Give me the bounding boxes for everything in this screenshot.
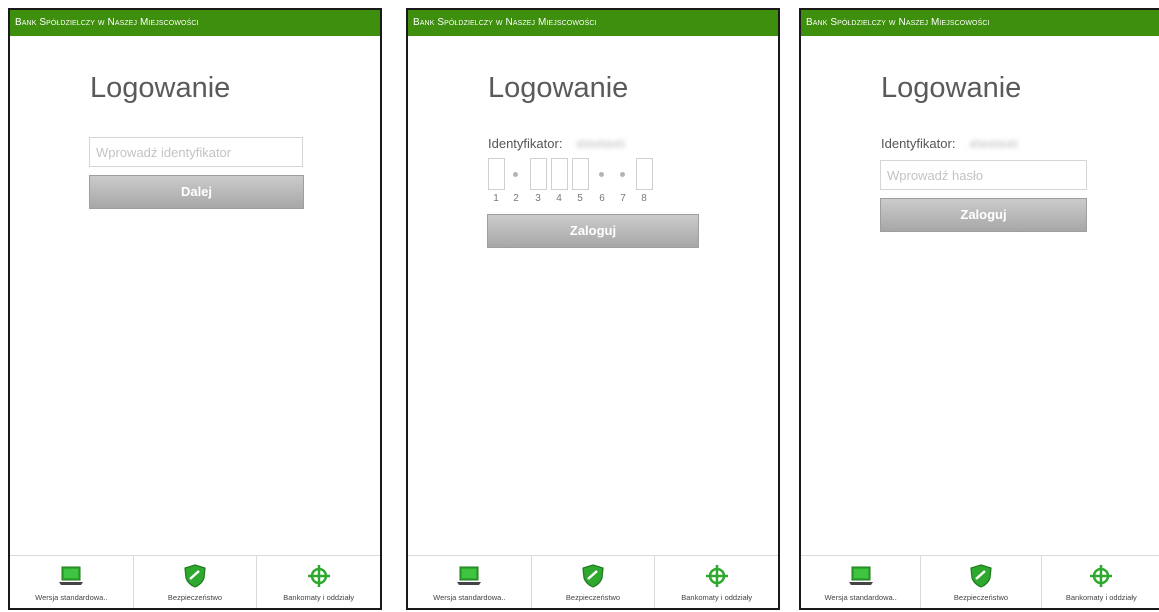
password-char-2-disabled [513, 172, 518, 177]
crosshair-icon [705, 565, 728, 587]
password-char-8[interactable] [636, 158, 653, 190]
page-title: Logowanie [90, 72, 231, 104]
footer-nav: Wersja standardowa.. Bezpieczeństwo Bank… [801, 555, 1159, 608]
login-screen-step-1: Bank Spółdzielczy w Naszej Miejscowości … [8, 8, 382, 610]
footer-security[interactable]: Bezpieczeństwo [921, 556, 1042, 608]
identifier-label: Identyfikator: [488, 136, 563, 151]
identifier-value: 45645645 [576, 139, 626, 151]
footer-nav: Wersja standardowa.. Bezpieczeństwo Bank… [408, 555, 778, 608]
pin-number: 3 [535, 193, 541, 204]
footer-label-security: Bezpieczeństwo [953, 593, 1009, 602]
pin-number: 7 [620, 193, 626, 204]
footer-label-atms: Bankomaty i oddziały [681, 593, 753, 602]
footer-atms[interactable]: Bankomaty i oddziały [655, 556, 778, 608]
footer-standard-version[interactable]: Wersja standardowa.. [10, 556, 134, 608]
footer-label-security: Bezpieczeństwo [167, 593, 223, 602]
login-screen-step-2-password: Bank Spółdzielczy w Naszej Miejscowości … [799, 8, 1159, 610]
page-title: Logowanie [488, 72, 629, 104]
crosshair-icon [307, 565, 330, 587]
footer-label-standard: Wersja standardowa.. [35, 593, 108, 602]
next-button[interactable]: Dalej [89, 175, 304, 209]
shield-icon [582, 564, 604, 588]
crosshair-icon [1090, 565, 1113, 587]
identifier-input[interactable] [89, 137, 303, 167]
laptop-icon [457, 566, 482, 585]
password-char-4[interactable] [551, 158, 568, 190]
login-screen-step-2-masked: Bank Spółdzielczy w Naszej Miejscowości … [406, 8, 780, 610]
shield-icon [184, 564, 206, 588]
footer-label-security: Bezpieczeństwo [565, 593, 621, 602]
pin-number: 4 [556, 193, 562, 204]
password-char-1[interactable] [488, 158, 505, 190]
footer-label-atms: Bankomaty i oddziały [283, 593, 355, 602]
login-button[interactable]: Zaloguj [880, 198, 1087, 232]
password-input[interactable] [880, 160, 1087, 190]
identifier-row: Identyfikator: 45645645 [488, 136, 625, 151]
password-char-6-disabled [599, 172, 604, 177]
footer-label-atms: Bankomaty i oddziały [1065, 593, 1137, 602]
password-char-7-disabled [620, 172, 625, 177]
footer-atms[interactable]: Bankomaty i oddziały [1042, 556, 1159, 608]
pin-number: 6 [599, 193, 605, 204]
footer-standard-version[interactable]: Wersja standardowa.. [801, 556, 922, 608]
footer-atms[interactable]: Bankomaty i oddziały [257, 556, 380, 608]
password-char-3[interactable] [530, 158, 547, 190]
footer-security[interactable]: Bezpieczeństwo [134, 556, 258, 608]
laptop-icon [59, 566, 84, 585]
bank-header: Bank Spółdzielczy w Naszej Miejscowości [10, 10, 380, 36]
shield-icon [970, 564, 992, 588]
laptop-icon [848, 566, 873, 585]
footer-label-standard: Wersja standardowa.. [824, 593, 897, 602]
page-title: Logowanie [881, 72, 1022, 104]
identifier-row: Identyfikator: 45645645 [881, 136, 1018, 151]
password-char-5[interactable] [572, 158, 589, 190]
footer-nav: Wersja standardowa.. Bezpieczeństwo Bank… [10, 555, 380, 608]
pin-number: 5 [577, 193, 583, 204]
pin-number: 2 [513, 193, 519, 204]
bank-header: Bank Spółdzielczy w Naszej Miejscowości [408, 10, 778, 36]
pin-number: 1 [493, 193, 499, 204]
identifier-label: Identyfikator: [881, 136, 956, 151]
login-button[interactable]: Zaloguj [487, 214, 699, 248]
footer-security[interactable]: Bezpieczeństwo [532, 556, 656, 608]
bank-header: Bank Spółdzielczy w Naszej Miejscowości [801, 10, 1159, 36]
footer-label-standard: Wersja standardowa.. [433, 593, 506, 602]
footer-standard-version[interactable]: Wersja standardowa.. [408, 556, 532, 608]
identifier-value: 45645645 [969, 139, 1019, 151]
pin-number: 8 [641, 193, 647, 204]
